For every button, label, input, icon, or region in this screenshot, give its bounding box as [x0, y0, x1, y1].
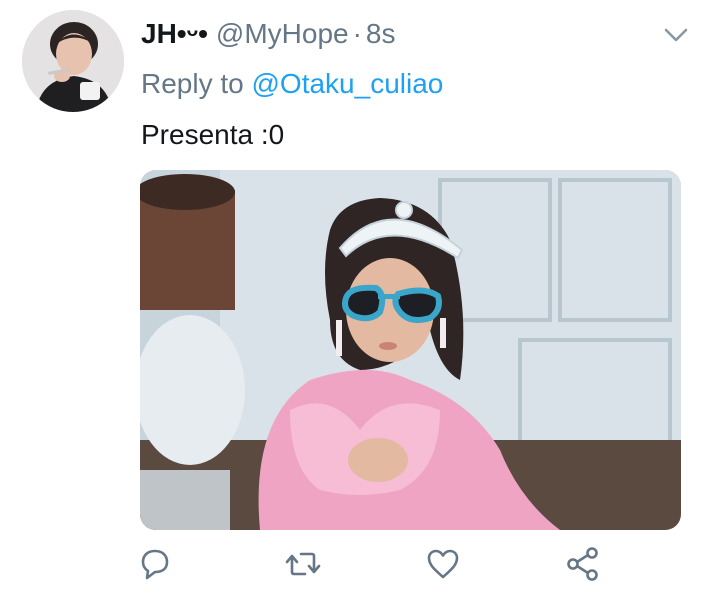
retweet-icon — [285, 552, 321, 576]
tweet-header: JH•ᵕ• @MyHope · 8s — [141, 16, 396, 52]
heart-icon — [427, 549, 459, 579]
share-icon — [567, 547, 598, 581]
reply-button[interactable] — [135, 544, 175, 584]
tweet-media-photo[interactable] — [140, 170, 681, 530]
separator-dot: · — [352, 18, 362, 49]
chevron-down-icon — [664, 28, 688, 42]
tweet-text: Presenta :0 — [141, 119, 285, 150]
photo-image — [140, 170, 681, 530]
tweet-actions — [0, 544, 720, 584]
speech-bubble-icon — [141, 549, 169, 580]
reply-mention-link[interactable]: @Otaku_culiao — [252, 68, 444, 99]
avatar[interactable] — [22, 10, 124, 112]
timestamp[interactable]: 8s — [366, 16, 396, 52]
reply-prefix: Reply to — [141, 68, 244, 99]
avatar-image — [22, 10, 124, 112]
display-name[interactable]: JH•ᵕ• — [141, 16, 208, 52]
tweet-card: JH•ᵕ• @MyHope · 8s Reply to @Otaku_culia… — [0, 0, 720, 593]
more-options-button[interactable] — [658, 20, 694, 50]
share-button[interactable] — [563, 544, 603, 584]
retweet-button[interactable] — [283, 544, 323, 584]
reply-context: Reply to @Otaku_culiao — [141, 66, 443, 102]
like-button[interactable] — [423, 544, 463, 584]
user-handle[interactable]: @MyHope — [216, 16, 349, 52]
